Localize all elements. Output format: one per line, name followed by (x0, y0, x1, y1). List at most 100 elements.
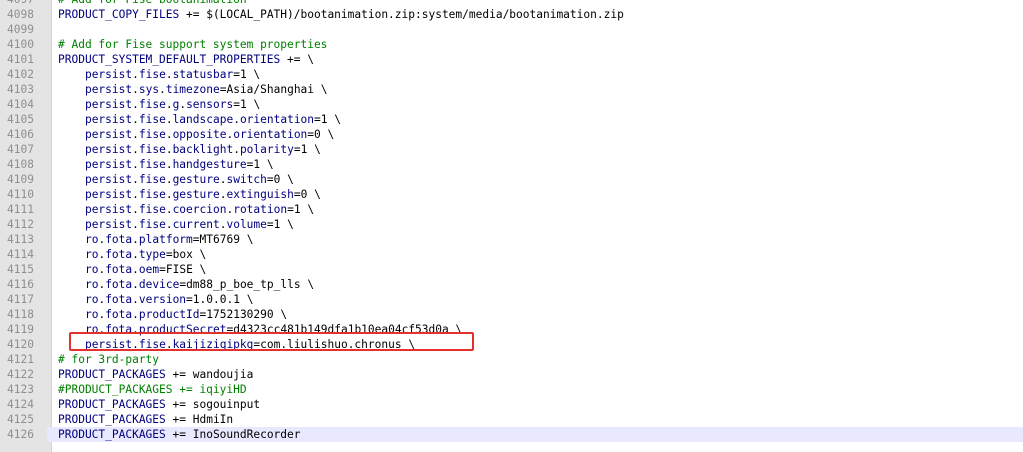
code-line[interactable]: 4123 #PRODUCT_PACKAGES += iqiyiHD (0, 382, 1023, 397)
line-content: PRODUCT_PACKAGES += sogouinput (58, 397, 260, 412)
variable-name: PRODUCT_PACKAGES (58, 368, 166, 381)
property-key-part: fise (138, 113, 166, 126)
property-value: 1752130290 (206, 308, 274, 321)
property-key-part: fise (138, 188, 166, 201)
line-content: persist.fise.gesture.extinguish=0 \ (58, 187, 321, 202)
code-line[interactable]: 4106 persist.fise.opposite.orientation=0… (0, 127, 1023, 142)
property-dot: . (132, 188, 139, 201)
line-number: 4111 (7, 203, 34, 216)
code-line[interactable]: 4122 PRODUCT_PACKAGES += wandoujia (0, 367, 1023, 382)
code-line[interactable]: 4110 persist.fise.gesture.extinguish=0 \ (0, 187, 1023, 202)
line-number: 4117 (7, 293, 34, 306)
code-line[interactable]: 4105 persist.fise.landscape.orientation=… (0, 112, 1023, 127)
line-content: # Add for Fise bootanimation (58, 0, 247, 7)
property-key-part: fise (138, 128, 166, 141)
code-line[interactable]: 4116 ro.fota.device=dm88_p_boe_tp_lls \ (0, 277, 1023, 292)
line-number: 4124 (7, 398, 34, 411)
line-content: persist.fise.current.volume=1 \ (58, 217, 294, 232)
property-dot: . (132, 203, 139, 216)
code-line[interactable]: 4112 persist.fise.current.volume=1 \ (0, 217, 1023, 232)
property-key-part: sys (138, 83, 160, 96)
code-line[interactable]: 4098 PRODUCT_COPY_FILES += $(LOCAL_PATH)/… (0, 7, 1023, 22)
line-content: persist.fise.statusbar=1 \ (58, 67, 260, 82)
property-key-part: persist (84, 113, 133, 126)
code-line[interactable]: 4115 ro.fota.oem=FISE \ (0, 262, 1023, 277)
property-dot: . (132, 83, 139, 96)
property-key-part: persist (84, 143, 133, 156)
code-line[interactable]: 4117 ro.fota.version=1.0.0.1 \ (0, 292, 1023, 307)
equals-sign: = (159, 263, 166, 276)
assigned-value: $(LOCAL_PATH)/bootanimation.zip:system/m… (206, 8, 624, 21)
code-line[interactable]: 4104 persist.fise.g.sensors=1 \ (0, 97, 1023, 112)
code-line[interactable]: 4100 # Add for Fise support system proper… (0, 37, 1023, 52)
code-line[interactable]: 4109 persist.fise.gesture.switch=0 \ (0, 172, 1023, 187)
line-number: 4121 (7, 353, 34, 366)
operator: += (165, 428, 193, 441)
property-dot: . (165, 173, 173, 186)
code-line[interactable]: 4107 persist.fise.backlight.polarity=1 \ (0, 142, 1023, 157)
code-line[interactable]: 4126 PRODUCT_PACKAGES += InoSoundRecorder (0, 427, 1023, 442)
property-dot: . (159, 83, 166, 96)
code-line[interactable]: 4102 persist.fise.statusbar=1 \ (0, 67, 1023, 82)
property-key-part: backlight (172, 143, 234, 156)
code-line[interactable]: 4099 (0, 22, 1023, 37)
property-dot: . (132, 308, 139, 321)
code-line[interactable]: 4125 PRODUCT_PACKAGES += HdmiIn (0, 412, 1023, 427)
property-dot: . (165, 203, 173, 216)
property-dot: . (132, 278, 139, 291)
property-key-part: current (172, 218, 220, 231)
comment-text: # Add for Fise bootanimation (58, 0, 247, 6)
code-line[interactable]: 4103 persist.sys.timezone=Asia/Shanghai … (0, 82, 1023, 97)
line-number: 4120 (7, 338, 34, 351)
code-line[interactable]: 4111 persist.fise.coercion.rotation=1 \ (0, 202, 1023, 217)
property-dot: . (165, 143, 173, 156)
property-value: dm88_p_boe_tp_lls (186, 278, 301, 291)
property-value: 1 (239, 68, 247, 81)
line-content: PRODUCT_COPY_FILES += $(LOCAL_PATH)/boot… (58, 7, 624, 22)
property-value: Asia/Shanghai (226, 83, 315, 96)
comment-text: #PRODUCT_PACKAGES += iqiyiHD (58, 383, 247, 396)
property-key-part: orientation (239, 113, 315, 126)
property-key-part: fota (105, 263, 133, 276)
code-lines[interactable]: 4097 # Add for Fise bootanimation 4098 PROD… (0, 0, 1023, 442)
equals-sign: = (293, 143, 301, 156)
property-key-part: handgesture (172, 158, 247, 171)
property-key-part: fise (138, 158, 166, 171)
comment-text: # for 3rd-party (58, 353, 160, 366)
line-number: 4102 (7, 68, 34, 81)
property-key-part: persist (84, 68, 133, 81)
code-line[interactable]: 4113 ro.fota.platform=MT6769 \ (0, 232, 1023, 247)
code-line[interactable]: 4101 PRODUCT_SYSTEM_DEFAULT_PROPERTIES +=… (0, 52, 1023, 67)
property-key-part: sensors (186, 98, 234, 111)
code-line[interactable]: 4124 PRODUCT_PACKAGES += sogouinput (0, 397, 1023, 412)
property-key-part: ro (84, 278, 99, 291)
variable-name: PRODUCT_PACKAGES (58, 428, 166, 441)
equals-sign: = (192, 233, 200, 246)
code-editor[interactable]: 4097 # Add for Fise bootanimation 4098 PROD… (0, 0, 1023, 452)
line-continuation: \ (307, 143, 321, 156)
line-number: 4126 (0, 427, 47, 442)
code-line[interactable]: 4114 ro.fota.type=box \ (0, 247, 1023, 262)
line-number: 4116 (7, 278, 34, 291)
property-key-part: ro (84, 248, 99, 261)
code-line[interactable]: 4121 # for 3rd-party (0, 352, 1023, 367)
line-number: 4105 (7, 113, 34, 126)
equals-sign: = (293, 188, 301, 201)
property-value: 1.0.0.1 (192, 293, 240, 306)
comment-text: # Add for Fise support system properties (58, 38, 328, 51)
line-continuation: \ (280, 173, 294, 186)
code-line[interactable]: 4118 ro.fota.productId=1752130290 \ (0, 307, 1023, 322)
line-continuation: \ (327, 113, 342, 126)
property-dot: . (132, 128, 139, 141)
code-line[interactable]: 4108 persist.fise.handgesture=1 \ (0, 157, 1023, 172)
assigned-value: wandoujia (192, 368, 254, 381)
line-continuation: \ (307, 188, 321, 201)
line-number: 4115 (7, 263, 34, 276)
property-key-part: fise (138, 218, 166, 231)
code-line[interactable]: 4097 # Add for Fise bootanimation (0, 0, 1023, 7)
line-content: persist.fise.landscape.orientation=1 \ (58, 112, 341, 127)
